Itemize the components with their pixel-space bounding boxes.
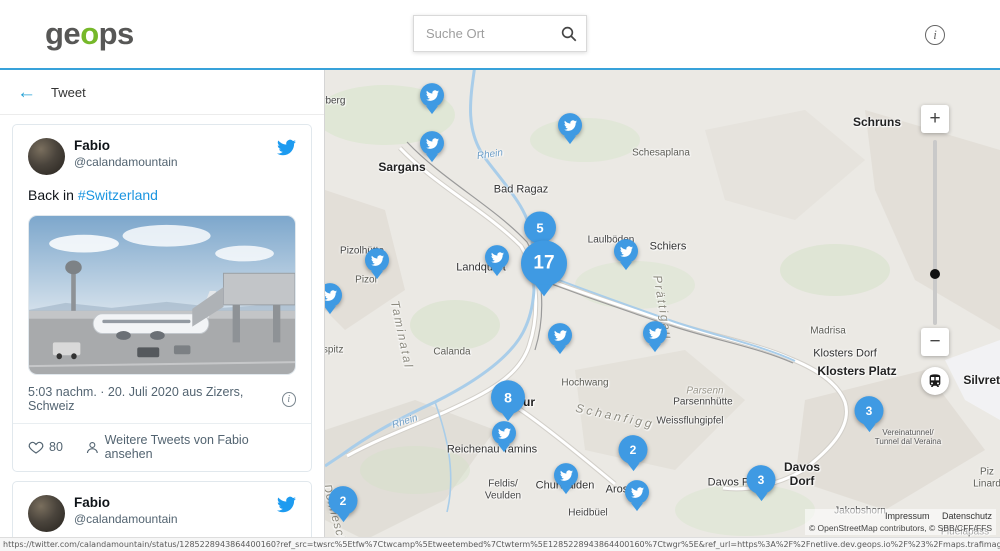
tweet-sidebar: ← Tweet Fabio @calandamountain Back in #… <box>0 70 325 551</box>
map-attribution: Impressum Datenschutz © OpenStreetMap co… <box>805 509 996 535</box>
tweet-marker[interactable] <box>625 480 649 504</box>
tweet-marker[interactable] <box>485 245 509 269</box>
twitter-bird-icon <box>491 251 504 264</box>
twitter-bird-icon <box>560 469 573 482</box>
tweet-cluster-marker[interactable]: 8 <box>491 380 525 414</box>
tweet-marker[interactable] <box>420 83 444 107</box>
tweet-author-name[interactable]: Fabio <box>74 138 178 155</box>
zoom-in-button[interactable]: + <box>921 105 949 133</box>
zoom-out-button[interactable]: − <box>921 328 949 356</box>
twitter-bird-icon <box>620 245 633 258</box>
tweet-author-name[interactable]: Fabio <box>74 495 178 512</box>
tweet-card: Fabio @calandamountain Back in #Switzerl… <box>12 124 312 472</box>
twitter-bird-icon <box>325 289 337 302</box>
search-box[interactable] <box>413 15 587 52</box>
more-tweets-link[interactable]: Weitere Tweets von Fabio ansehen <box>85 433 296 461</box>
tweet-marker[interactable] <box>558 113 582 137</box>
tweet-author-block[interactable]: Fabio @calandamountain <box>74 495 178 527</box>
like-button[interactable]: 80 <box>28 439 63 455</box>
twitter-bird-icon <box>426 89 439 102</box>
geops-logo[interactable]: geops <box>45 16 134 52</box>
twitter-bird-icon[interactable] <box>277 495 296 519</box>
avatar[interactable] <box>28 495 65 532</box>
tweet-marker[interactable] <box>365 248 389 272</box>
tweet-cluster-marker[interactable]: 3 <box>747 465 776 494</box>
avatar[interactable] <box>28 138 65 175</box>
tweet-cluster-marker[interactable]: 2 <box>329 486 358 515</box>
search-icon[interactable] <box>560 25 578 43</box>
map-marker-layer: 5 8 3 2 3 2 17 <box>325 70 1000 551</box>
tweet-marker[interactable] <box>325 283 342 307</box>
tweet-author-block[interactable]: Fabio @calandamountain <box>74 138 178 170</box>
twitter-bird-icon <box>426 137 439 150</box>
twitter-bird-icon <box>564 119 577 132</box>
twitter-bird-icon <box>554 329 567 342</box>
tweet-cluster-marker[interactable]: 2 <box>619 435 648 464</box>
main-area: ← Tweet Fabio @calandamountain Back in #… <box>0 70 1000 551</box>
tweet-photo[interactable] <box>28 215 296 375</box>
logo-text: ge <box>45 16 80 51</box>
map[interactable]: erbergSargansRheinBad RagazSchrunsSchesa… <box>325 70 1000 551</box>
airport-photo-illustration <box>29 216 295 374</box>
tweet-info-icon[interactable]: i <box>282 392 296 407</box>
tweet-marker[interactable] <box>492 421 516 445</box>
datenschutz-link[interactable]: Datenschutz <box>942 511 992 521</box>
search-input[interactable] <box>426 26 560 41</box>
like-count: 80 <box>49 440 63 454</box>
tweet-marker[interactable] <box>643 321 667 345</box>
tweet-marker[interactable] <box>614 239 638 263</box>
train-layer-button[interactable] <box>921 367 949 395</box>
tweet-cluster-marker[interactable]: 17 <box>521 240 567 286</box>
twitter-bird-icon <box>631 486 644 499</box>
tweet-panel-header: ← Tweet <box>0 70 324 115</box>
train-icon <box>927 373 943 389</box>
app-header: geops i <box>0 0 1000 70</box>
tweet-author-handle[interactable]: @calandamountain <box>74 155 178 170</box>
twitter-bird-icon <box>649 327 662 340</box>
tweet-marker[interactable] <box>548 323 572 347</box>
panel-title: Tweet <box>51 85 86 100</box>
twitter-bird-icon <box>498 427 511 440</box>
logo-text: ps <box>99 16 134 51</box>
zoom-slider-handle[interactable] <box>930 269 940 279</box>
tweet-marker[interactable] <box>554 463 578 487</box>
person-icon <box>85 440 100 455</box>
impressum-link[interactable]: Impressum <box>885 511 930 521</box>
more-tweets-label: Weitere Tweets von Fabio ansehen <box>105 433 296 461</box>
twitter-bird-icon <box>371 254 384 267</box>
copyright-text: © OpenStreetMap contributors, © SBB/CFF/… <box>809 523 992 534</box>
divider <box>13 423 311 424</box>
tweet-cluster-marker[interactable]: 3 <box>855 396 884 425</box>
header-info-button[interactable]: i <box>925 25 945 45</box>
zoom-slider[interactable] <box>933 140 937 325</box>
tweet-author-handle[interactable]: @calandamountain <box>74 512 178 527</box>
tweet-cluster-marker[interactable]: 5 <box>524 211 556 243</box>
logo-text: o <box>80 16 98 51</box>
tweet-text: Back in #Switzerland <box>28 186 296 204</box>
heart-icon <box>28 439 44 455</box>
back-arrow-icon[interactable]: ← <box>17 83 36 102</box>
hashtag-link[interactable]: #Switzerland <box>78 187 158 203</box>
tweet-timestamp[interactable]: 5:03 nachm. · 20. Juli 2020 aus Zizers, … <box>28 385 282 413</box>
status-url-bar: https://twitter.com/calandamountain/stat… <box>0 537 1000 551</box>
tweet-text-plain: Back in <box>28 187 78 203</box>
twitter-bird-icon[interactable] <box>277 138 296 162</box>
tweet-marker[interactable] <box>420 131 444 155</box>
